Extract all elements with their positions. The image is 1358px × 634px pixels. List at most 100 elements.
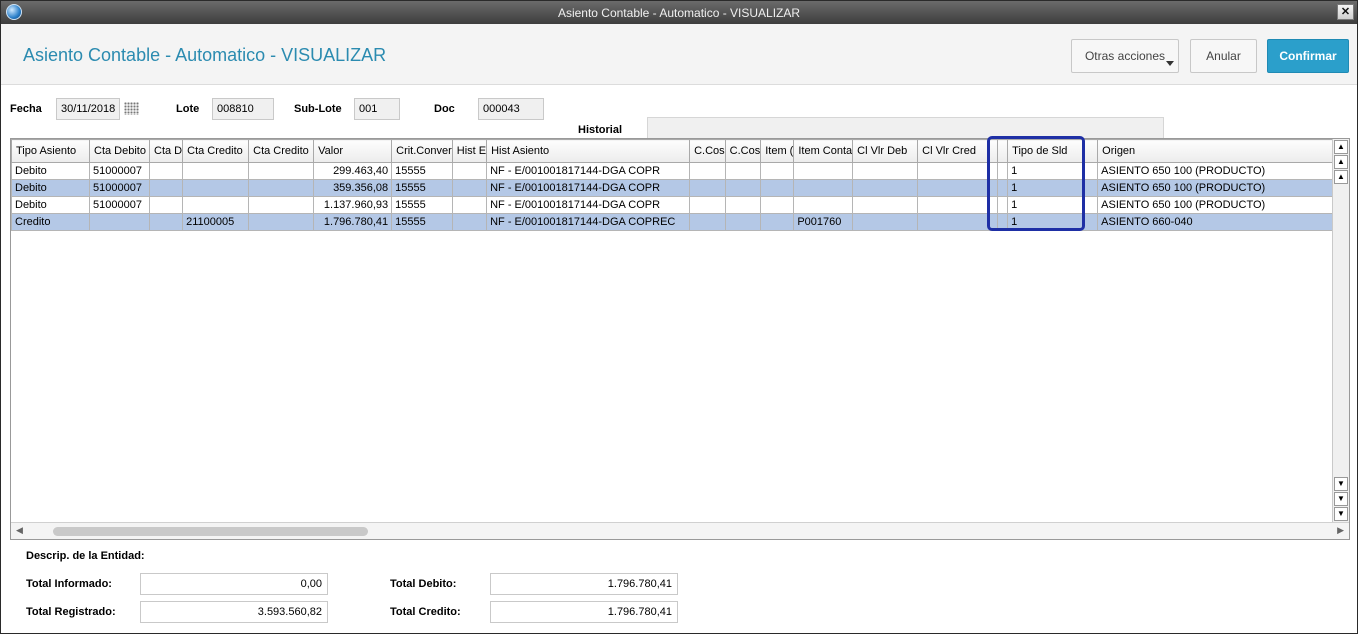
total-informado-field[interactable]: 0,00 [140,573,328,595]
table-cell[interactable] [793,179,854,197]
total-credito-field[interactable]: 1.796.780,41 [490,601,678,623]
table-cell[interactable] [248,179,315,197]
table-cell[interactable]: 1.796.780,41 [313,213,393,231]
table-cell[interactable] [917,213,999,231]
col-header[interactable]: Item ( [760,139,795,163]
table-cell[interactable]: 51000007 [89,162,150,180]
anular-button[interactable]: Anular [1190,39,1257,73]
total-debito-field[interactable]: 1.796.780,41 [490,573,678,595]
table-cell[interactable]: Debito [11,196,90,214]
table-cell[interactable] [689,213,726,231]
doc-field[interactable]: 000043 [478,98,544,120]
table-cell[interactable] [852,162,919,180]
table-cell[interactable]: NF - E/001001817144-DGA COPR [486,196,691,214]
table-cell[interactable] [148,213,184,231]
table-cell[interactable] [793,162,854,180]
table-cell[interactable]: 1.137.960,93 [313,196,393,214]
table-cell[interactable] [760,162,795,180]
table-cell[interactable]: 51000007 [89,179,150,197]
table-row[interactable]: Debito 51000007 359.356,08 15555 NF - E/0010… [11,179,1343,197]
col-header[interactable]: C.Cos [724,139,762,163]
table-cell[interactable] [182,179,250,197]
table-cell[interactable]: 21100005 [182,213,250,231]
sublote-field[interactable]: 001 [354,98,400,120]
col-header[interactable]: Cta Credito [182,139,250,163]
table-cell[interactable] [89,213,150,231]
table-cell[interactable]: ASIENTO 660-040 [1097,213,1343,231]
table-cell[interactable] [451,162,488,180]
table-cell[interactable]: 359.356,08 [313,179,393,197]
horizontal-scrollbar[interactable]: ◀ ▶ [11,522,1349,539]
scroll-bottom-icon[interactable]: ▼ [1334,507,1348,521]
entries-grid[interactable]: Tipo Asiento Cta Debito Cta D Cta Credit… [10,138,1350,540]
confirmar-button[interactable]: Confirmar [1267,39,1349,73]
table-cell[interactable] [689,162,726,180]
horizontal-scroll-thumb[interactable] [53,527,368,536]
table-cell[interactable] [724,213,762,231]
table-row[interactable]: Credito 21100005 1.796.780,41 15555 NF - E/0… [11,213,1343,231]
table-cell[interactable]: Debito [11,179,90,197]
table-cell[interactable] [689,196,726,214]
vertical-scrollbar[interactable]: ▲ ▲ ▲ ▼ ▼ ▼ [1332,139,1349,523]
table-cell[interactable]: NF - E/001001817144-DGA COPR [486,162,691,180]
col-header[interactable]: Hist Asiento [486,139,691,163]
scroll-page-down-icon[interactable]: ▼ [1334,492,1348,506]
table-cell[interactable]: Debito [11,162,90,180]
table-cell[interactable] [451,179,488,197]
table-cell[interactable] [724,179,762,197]
table-cell[interactable] [760,179,795,197]
col-header[interactable]: Cta Debito [89,139,150,163]
table-cell[interactable] [451,196,488,214]
col-header[interactable]: Valor [313,139,393,163]
scroll-left-icon[interactable]: ◀ [16,525,23,536]
table-cell[interactable]: 299.463,40 [313,162,393,180]
table-cell[interactable]: NF - E/001001817144-DGA COPREC [486,213,691,231]
table-cell[interactable] [248,213,315,231]
col-header[interactable]: Cta Credito [248,139,315,163]
calendar-icon[interactable] [124,102,139,115]
col-header[interactable]: Hist E [451,139,488,163]
scroll-page-up-icon[interactable]: ▲ [1334,155,1348,169]
table-cell[interactable] [451,213,488,231]
table-cell[interactable] [760,196,795,214]
table-cell[interactable] [248,162,315,180]
col-header[interactable]: Item Conta [793,139,854,163]
table-cell[interactable] [852,179,919,197]
col-header[interactable]: Crit.Conver [391,139,453,163]
total-registrado-field[interactable]: 3.593.560,82 [140,601,328,623]
col-header[interactable]: Cl Vlr Cred [917,139,999,163]
table-cell[interactable]: 15555 [391,213,453,231]
table-cell[interactable]: Credito [11,213,90,231]
col-header[interactable]: Cta D [148,139,184,163]
table-row[interactable]: Debito 51000007 299.463,40 15555 NF - E/0010… [11,162,1343,180]
table-cell[interactable]: ASIENTO 650 100 (PRODUCTO) [1097,179,1343,197]
otras-acciones-button[interactable]: Otras acciones [1071,39,1179,73]
lote-field[interactable]: 008810 [212,98,274,120]
table-cell[interactable] [793,196,854,214]
table-cell[interactable] [148,196,184,214]
close-icon[interactable]: ✕ [1337,4,1354,20]
table-cell[interactable]: 51000007 [89,196,150,214]
scroll-down-icon[interactable]: ▼ [1334,477,1348,491]
col-header[interactable]: C.Cos [689,139,726,163]
table-cell[interactable] [248,196,315,214]
table-cell[interactable] [852,213,919,231]
scroll-top-icon[interactable]: ▲ [1334,140,1348,154]
table-cell[interactable] [917,179,999,197]
table-cell[interactable] [917,162,999,180]
table-cell[interactable] [689,179,726,197]
table-cell[interactable] [148,162,184,180]
scroll-up-icon[interactable]: ▲ [1334,170,1348,184]
table-cell[interactable] [182,196,250,214]
table-cell[interactable] [917,196,999,214]
table-row[interactable]: Debito 51000007 1.137.960,93 15555 NF - E/00… [11,196,1343,214]
table-cell[interactable] [760,213,795,231]
table-cell[interactable]: P001760 [793,213,854,231]
col-header[interactable]: Cl Vlr Deb [852,139,919,163]
table-cell[interactable]: NF - E/001001817144-DGA COPR [486,179,691,197]
table-cell[interactable] [724,162,762,180]
col-header[interactable]: Tipo Asiento [11,139,90,163]
table-cell[interactable] [182,162,250,180]
scroll-right-icon[interactable]: ▶ [1337,525,1344,536]
fecha-field[interactable]: 30/11/2018 [56,98,120,120]
